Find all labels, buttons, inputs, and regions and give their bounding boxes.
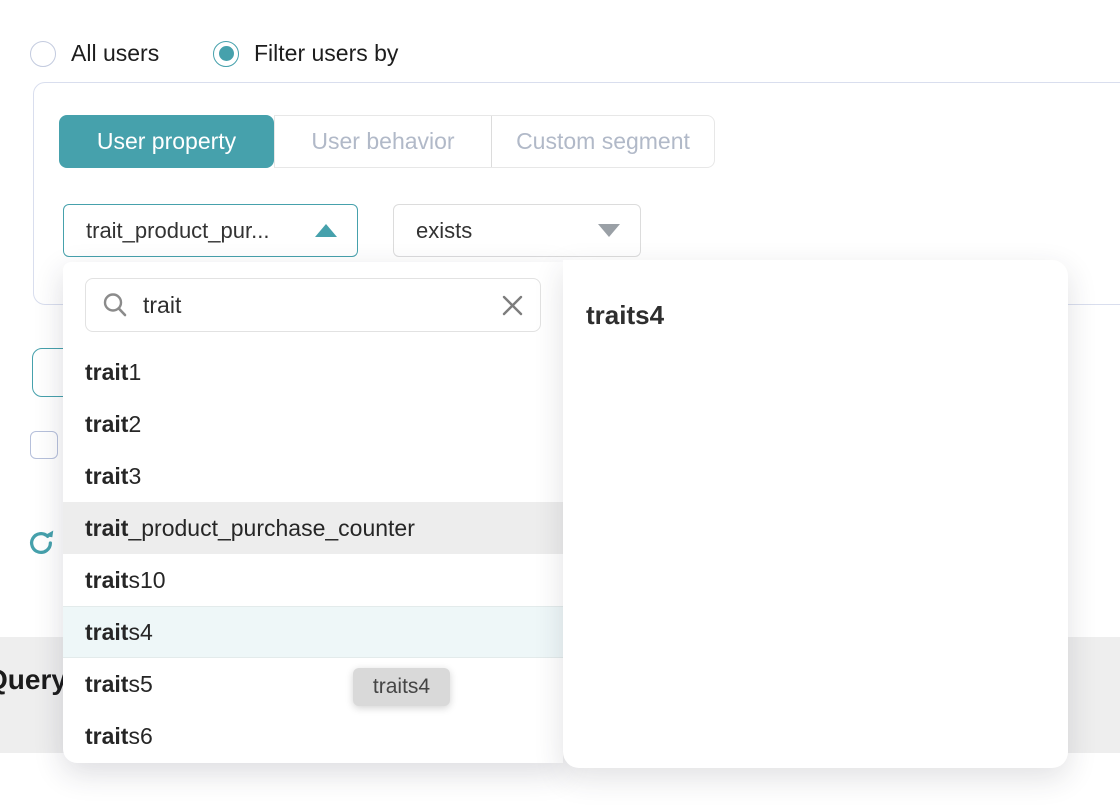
- radio-all-users[interactable]: All users: [30, 40, 159, 67]
- footer-query-label: Query: [0, 664, 67, 696]
- list-item[interactable]: traits6: [63, 710, 563, 762]
- option-match-text: trait: [85, 359, 128, 386]
- option-rest-text: _product_purchase_counter: [128, 515, 414, 542]
- option-match-text: trait: [85, 723, 128, 750]
- chevron-down-icon: [598, 224, 620, 237]
- option-details-panel: traits4: [563, 260, 1068, 768]
- option-rest-text: s10: [128, 567, 165, 594]
- inactive-tab-group: User behavior Custom segment: [274, 115, 715, 168]
- option-match-text: trait: [85, 463, 128, 490]
- tab-user-property[interactable]: User property: [59, 115, 274, 168]
- option-rest-text: s6: [128, 723, 152, 750]
- option-match-text: trait: [85, 567, 128, 594]
- tab-user-behavior-label: User behavior: [311, 128, 454, 155]
- close-icon[interactable]: [499, 292, 526, 319]
- radio-filter-users-by[interactable]: Filter users by: [213, 40, 398, 67]
- search-input[interactable]: [143, 292, 499, 319]
- property-select[interactable]: trait_product_pur...: [63, 204, 358, 257]
- radio-off-icon[interactable]: [30, 41, 56, 67]
- radio-filter-users-by-label: Filter users by: [254, 40, 398, 67]
- tab-user-property-label: User property: [97, 128, 236, 155]
- radio-on-icon[interactable]: [213, 41, 239, 67]
- option-match-text: trait: [85, 671, 128, 698]
- option-rest-text: s4: [128, 619, 152, 646]
- list-item[interactable]: traits10: [63, 554, 563, 606]
- operator-select[interactable]: exists: [393, 204, 641, 257]
- refresh-icon[interactable]: [26, 528, 56, 558]
- chevron-up-icon: [315, 224, 337, 237]
- options-list: trait1 trait2 trait3 trait_product_purch…: [63, 346, 563, 762]
- list-item[interactable]: trait_product_purchase_counter: [63, 502, 563, 554]
- tooltip-text: traits4: [373, 675, 430, 699]
- option-match-text: trait: [85, 411, 128, 438]
- tab-custom-segment-label: Custom segment: [516, 128, 690, 155]
- filter-tabs: User property User behavior Custom segme…: [59, 115, 715, 168]
- tab-custom-segment[interactable]: Custom segment: [492, 116, 714, 167]
- dropdown-search-box[interactable]: [85, 278, 541, 332]
- option-match-text: trait: [85, 619, 128, 646]
- operator-select-value: exists: [416, 218, 598, 244]
- property-select-value: trait_product_pur...: [86, 218, 315, 244]
- checkbox[interactable]: [30, 431, 58, 459]
- property-dropdown-panel: trait1 trait2 trait3 trait_product_purch…: [63, 262, 563, 763]
- radio-all-users-label: All users: [71, 40, 159, 67]
- list-item[interactable]: trait1: [63, 346, 563, 398]
- details-title: traits4: [586, 300, 664, 331]
- tab-user-behavior[interactable]: User behavior: [275, 116, 491, 167]
- option-rest-text: s5: [128, 671, 152, 698]
- option-rest-text: 1: [128, 359, 141, 386]
- option-rest-text: 2: [128, 411, 141, 438]
- list-item[interactable]: traits5: [63, 658, 563, 710]
- list-item[interactable]: trait2: [63, 398, 563, 450]
- list-item[interactable]: traits4: [63, 606, 563, 658]
- radio-dot: [219, 46, 234, 61]
- option-match-text: trait: [85, 515, 128, 542]
- search-icon: [100, 290, 130, 320]
- tooltip: traits4: [353, 668, 450, 706]
- list-item[interactable]: trait3: [63, 450, 563, 502]
- option-rest-text: 3: [128, 463, 141, 490]
